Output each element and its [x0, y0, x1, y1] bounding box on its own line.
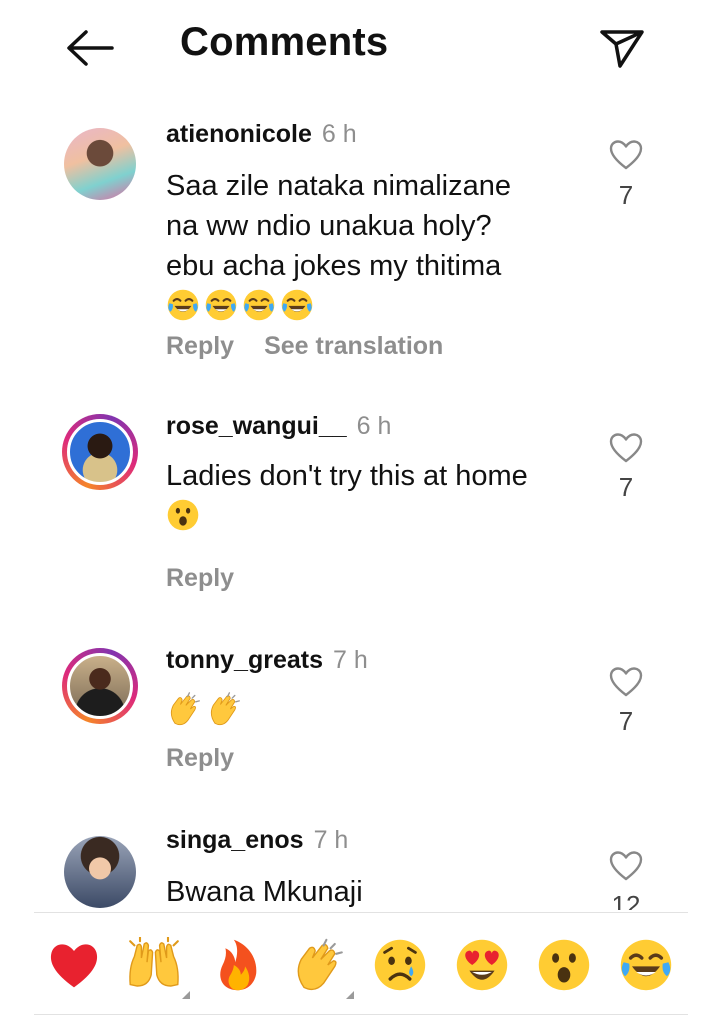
comment-item: tonny_greats 7 h Reply 7: [0, 638, 718, 808]
reply-button[interactable]: Reply: [166, 564, 234, 592]
comment-text: Ladies don't try this at home: [166, 456, 586, 534]
comment-text-line: ebu acha jokes my thitima: [166, 250, 502, 282]
tears-of-joy-icon: [166, 288, 200, 322]
comment-username[interactable]: rose_wangui__: [166, 412, 347, 440]
tears-of-joy-icon: [204, 288, 238, 322]
direct-message-icon[interactable]: [596, 26, 648, 70]
comment-username[interactable]: tonny_greats: [166, 646, 323, 674]
header-bar: Comments: [0, 0, 718, 100]
reply-button[interactable]: Reply: [166, 332, 234, 360]
comment-time: 7 h: [313, 826, 349, 854]
clapping-hands-icon: [206, 691, 242, 727]
back-arrow-icon[interactable]: [62, 28, 118, 68]
comments-list[interactable]: atienonicole 6 h Saa zile nataka nimaliza…: [0, 108, 718, 910]
fire-icon[interactable]: [210, 937, 266, 993]
like-count: 7: [618, 180, 634, 210]
tears-of-joy-icon[interactable]: [618, 937, 674, 993]
avatar[interactable]: [62, 414, 138, 490]
comment-time: 7 h: [332, 646, 368, 674]
comment-text-line: na ww ndio unakua holy?: [166, 210, 492, 242]
face-with-open-mouth-icon: [166, 498, 200, 532]
comment-item: atienonicole 6 h Saa zile nataka nimaliza…: [0, 108, 718, 388]
skin-tone-indicator: [346, 991, 354, 999]
face-with-open-mouth-icon[interactable]: [536, 937, 592, 993]
comment-text: [166, 690, 586, 728]
tears-of-joy-icon: [242, 288, 276, 322]
avatar[interactable]: [62, 648, 138, 724]
reply-button[interactable]: Reply: [166, 744, 234, 772]
see-translation-button[interactable]: See translation: [264, 332, 443, 360]
comment-text-line: Bwana Mkunaji: [166, 876, 363, 908]
like-count: 7: [618, 472, 634, 502]
comment-time: 6 h: [356, 412, 392, 440]
comment-text-line: Ladies don't try this at home: [166, 460, 528, 492]
clapping-hands-icon[interactable]: [290, 937, 354, 999]
like-count: 12: [611, 890, 641, 910]
comment-item: rose_wangui__ 6 h Ladies don't try this a…: [0, 404, 718, 624]
comment-text-line: Saa zile nataka nimalizane: [166, 170, 511, 202]
skin-tone-indicator: [182, 991, 190, 999]
emoji-reaction-bar: [34, 912, 688, 1015]
heart-outline-icon[interactable]: [608, 666, 644, 698]
like-count: 7: [618, 706, 634, 736]
comment-username[interactable]: singa_enos: [166, 826, 304, 854]
heart-outline-icon[interactable]: [608, 432, 644, 464]
heart-outline-icon[interactable]: [608, 850, 644, 882]
heart-eyes-icon[interactable]: [454, 937, 510, 993]
clapping-hands-icon: [166, 691, 202, 727]
comment-text: Saa zile nataka nimalizane na ww ndio un…: [166, 166, 586, 324]
comment-username[interactable]: atienonicole: [166, 120, 312, 148]
heart-outline-icon[interactable]: [608, 139, 644, 171]
avatar[interactable]: [62, 834, 138, 910]
comment-text: Bwana Mkunaji: [166, 872, 586, 910]
red-heart-icon[interactable]: [46, 937, 102, 993]
raising-hands-icon[interactable]: [126, 937, 190, 999]
crying-face-icon[interactable]: [372, 937, 428, 993]
tears-of-joy-icon: [280, 288, 314, 322]
page-title: Comments: [180, 20, 389, 64]
comment-item: singa_enos 7 h Bwana Mkunaji 12: [0, 816, 718, 910]
comment-time: 6 h: [321, 120, 357, 148]
avatar[interactable]: [62, 126, 138, 202]
